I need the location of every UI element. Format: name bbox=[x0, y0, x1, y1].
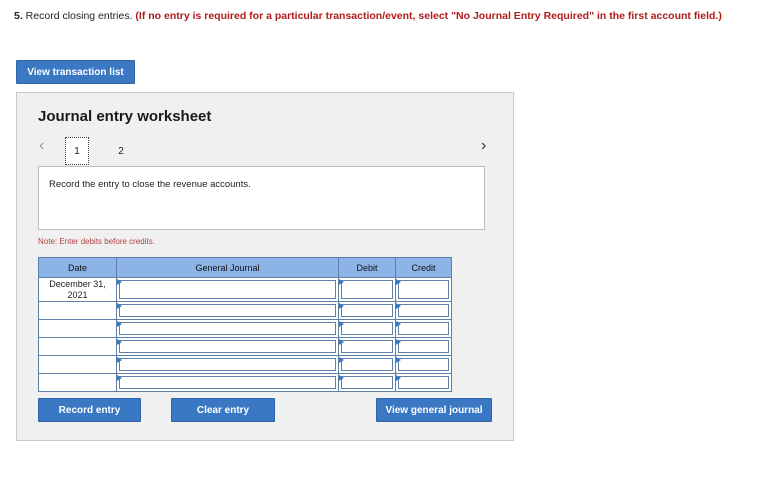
journal-entry-worksheet: Journal entry worksheet ‹ 1 2 › Record t… bbox=[16, 92, 514, 441]
account-field[interactable] bbox=[116, 277, 339, 302]
worksheet-title: Journal entry worksheet bbox=[38, 108, 212, 125]
credit-header: Credit bbox=[395, 257, 452, 278]
chevron-left-icon[interactable]: ‹ bbox=[39, 137, 44, 155]
chevron-right-icon[interactable]: › bbox=[481, 137, 486, 155]
table-row bbox=[38, 337, 452, 356]
record-entry-button[interactable]: Record entry bbox=[38, 398, 141, 422]
date-cell bbox=[38, 319, 117, 338]
account-field[interactable] bbox=[116, 301, 339, 320]
clear-entry-button[interactable]: Clear entry bbox=[171, 398, 275, 422]
debit-field[interactable] bbox=[338, 277, 396, 302]
date-cell: December 31, 2021 bbox=[38, 277, 117, 302]
debit-credit-note: Note: Enter debits before credits. bbox=[38, 237, 155, 246]
credit-field[interactable] bbox=[395, 301, 452, 320]
table-row bbox=[38, 301, 452, 320]
credit-field[interactable] bbox=[395, 355, 452, 374]
table-row bbox=[38, 319, 452, 338]
debit-field[interactable] bbox=[338, 319, 396, 338]
table-row bbox=[38, 373, 452, 392]
credit-field[interactable] bbox=[395, 337, 452, 356]
page-1-tab[interactable]: 1 bbox=[65, 137, 89, 165]
account-field[interactable] bbox=[116, 373, 339, 392]
debit-field[interactable] bbox=[338, 301, 396, 320]
table-row: December 31, 2021 bbox=[38, 277, 452, 302]
instructions: 5. Record closing entries. (If no entry … bbox=[14, 9, 734, 24]
question-number: 5. bbox=[14, 10, 23, 22]
entry-description: Record the entry to close the revenue ac… bbox=[38, 166, 485, 230]
account-field[interactable] bbox=[116, 355, 339, 374]
date-cell bbox=[38, 301, 117, 320]
account-field[interactable] bbox=[116, 337, 339, 356]
debit-field[interactable] bbox=[338, 337, 396, 356]
account-field[interactable] bbox=[116, 319, 339, 338]
date-cell bbox=[38, 337, 117, 356]
view-transaction-list-button[interactable]: View transaction list bbox=[16, 60, 135, 84]
question-text: Record closing entries. bbox=[22, 10, 136, 22]
credit-field[interactable] bbox=[395, 319, 452, 338]
debit-header: Debit bbox=[338, 257, 396, 278]
view-general-journal-button[interactable]: View general journal bbox=[376, 398, 492, 422]
table-row bbox=[38, 355, 452, 374]
required-note: (If no entry is required for a particula… bbox=[135, 10, 722, 22]
debit-field[interactable] bbox=[338, 355, 396, 374]
date-cell bbox=[38, 373, 117, 392]
credit-field[interactable] bbox=[395, 277, 452, 302]
journal-table: Date General Journal Debit Credit Decemb… bbox=[38, 257, 452, 392]
date-header: Date bbox=[38, 257, 117, 278]
page-2-tab[interactable]: 2 bbox=[109, 137, 133, 165]
credit-field[interactable] bbox=[395, 373, 452, 392]
date-cell bbox=[38, 355, 117, 374]
general-journal-header: General Journal bbox=[116, 257, 339, 278]
debit-field[interactable] bbox=[338, 373, 396, 392]
